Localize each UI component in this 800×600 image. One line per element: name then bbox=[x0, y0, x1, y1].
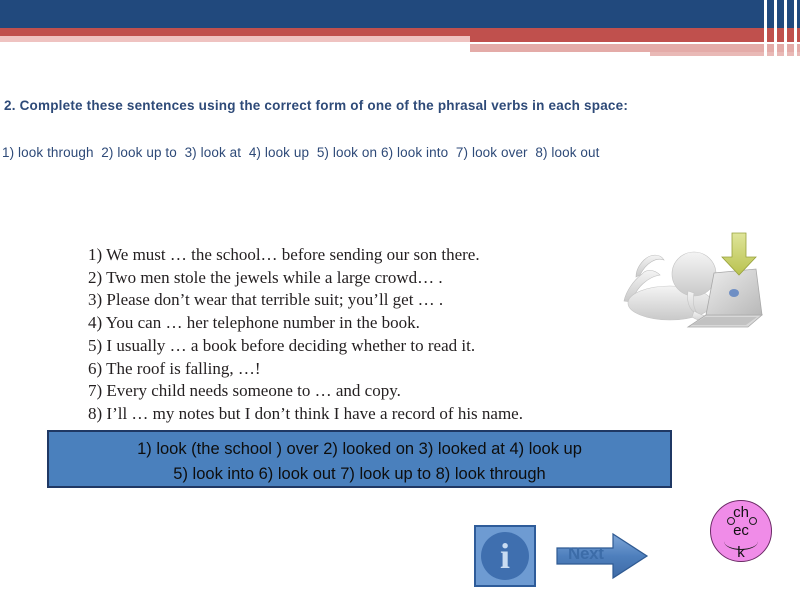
info-button[interactable]: i bbox=[474, 525, 536, 587]
verb-option: 1) look through bbox=[2, 145, 94, 160]
sentence-list: 1) We must … the school… before sending … bbox=[88, 244, 608, 426]
verb-option: 8) look out bbox=[535, 145, 600, 160]
check-text-top: ch bbox=[733, 504, 749, 521]
next-button-label: Next bbox=[568, 544, 604, 563]
page-header bbox=[0, 0, 800, 60]
verb-option: 5) look on bbox=[316, 145, 378, 160]
header-pink-band-mid bbox=[470, 45, 745, 52]
header-navy-band bbox=[0, 0, 800, 28]
verb-option: 3) look at bbox=[184, 145, 242, 160]
exercise-prompt: 2. Complete these sentences using the co… bbox=[4, 98, 629, 113]
answer-key-box: 1) look (the school ) over 2) looked on … bbox=[47, 430, 672, 488]
verb-option: 6) look into bbox=[380, 145, 449, 160]
phrasal-verb-bank: 1) look through 2) look up to 3) look at… bbox=[2, 145, 792, 160]
header-pink-band-left bbox=[0, 36, 470, 42]
header-stripe-gap-3 bbox=[784, 0, 787, 60]
sentence-item: 4) You can … her telephone number in the… bbox=[88, 313, 420, 333]
sentence-item: 1) We must … the school… before sending … bbox=[88, 245, 480, 264]
verb-option: 4) look up bbox=[248, 145, 310, 160]
header-pink-band-thin bbox=[650, 52, 800, 56]
header-stripe-gap-1 bbox=[764, 0, 767, 60]
verb-option: 2) look up to bbox=[101, 145, 177, 160]
sentence-item: 3) Please don’t wear that terrible suit;… bbox=[88, 290, 444, 310]
header-stripe-gap-4 bbox=[794, 0, 797, 60]
sentence-item: 6) The roof is falling, …! bbox=[88, 358, 261, 378]
info-icon: i bbox=[481, 532, 529, 580]
sentence-item: 2) Two men stole the jewels while a larg… bbox=[88, 267, 443, 287]
sentence-item: 7) Every child needs someone to … and co… bbox=[88, 381, 401, 401]
person-lying-with-laptop-icon bbox=[610, 227, 774, 342]
check-smiley-button[interactable]: ch ec k bbox=[710, 500, 772, 562]
check-text-bottom: k bbox=[737, 544, 745, 561]
sentence-item: 8) I’ll … my notes but I don’t think I h… bbox=[88, 403, 523, 423]
answer-line-2: 5) look into 6) look out 7) look up to 8… bbox=[173, 465, 546, 483]
sentence-item: 5) I usually … a book before deciding wh… bbox=[88, 335, 476, 355]
header-stripe-gap-2 bbox=[774, 0, 777, 60]
header-red-band-right bbox=[470, 28, 800, 42]
verb-option: 7) look over bbox=[455, 145, 528, 160]
answer-line-1: 1) look (the school ) over 2) looked on … bbox=[137, 440, 582, 458]
